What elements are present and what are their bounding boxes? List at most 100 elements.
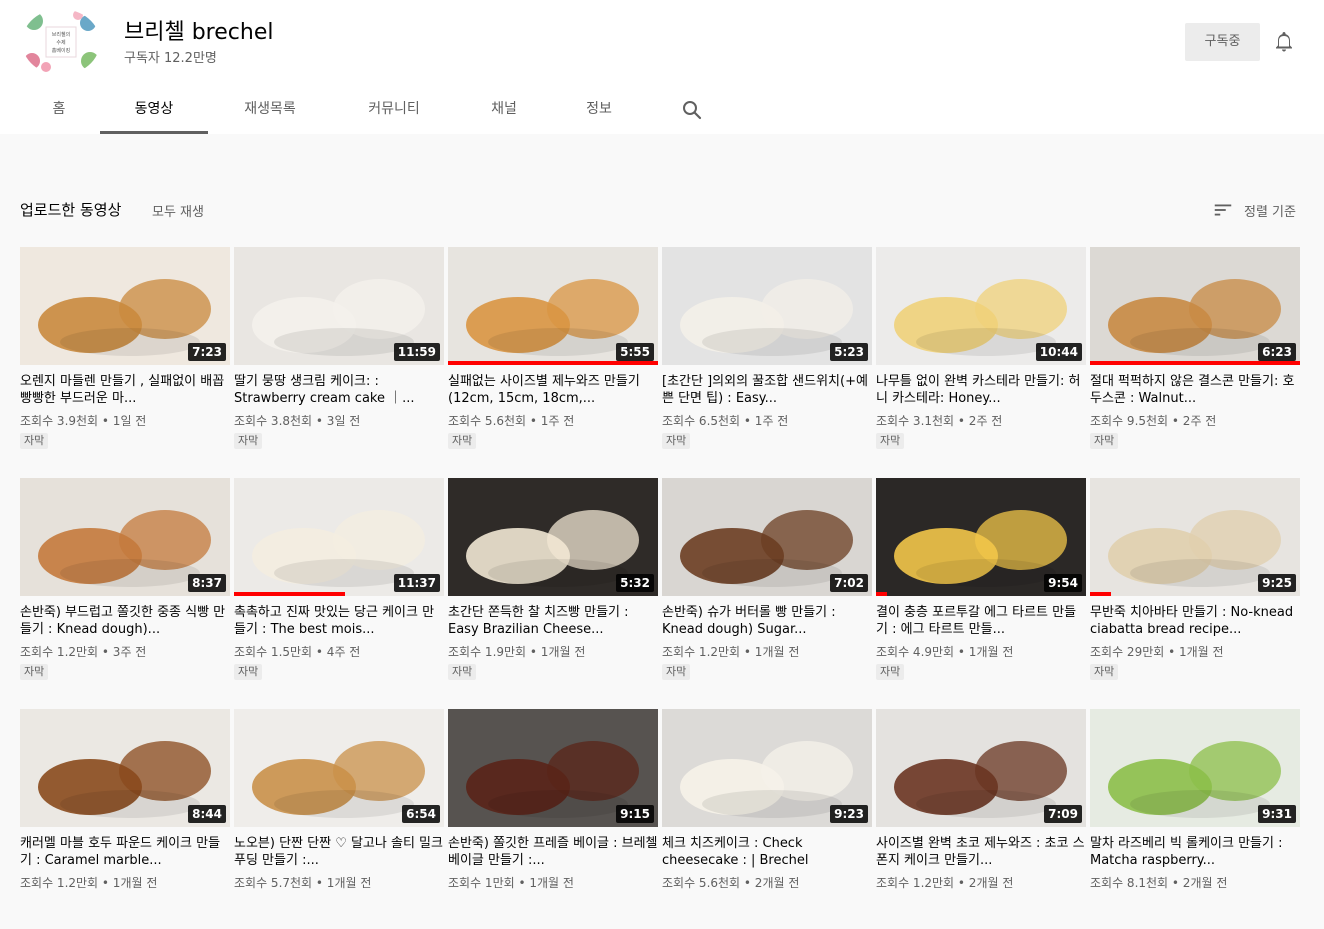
video-title[interactable]: 손반죽) 쫄깃한 프레즐 베이글 : 브레첼 베이글 만들기 :... — [448, 835, 658, 869]
video-thumbnail[interactable]: 5:23 — [662, 247, 872, 365]
video-duration: 5:55 — [616, 343, 654, 361]
video-card[interactable]: 9:54 결이 충층 포르투갈 에그 타르트 만들기 : 에그 타르트 만들...… — [876, 478, 1086, 698]
search-icon[interactable] — [680, 98, 704, 122]
video-title[interactable]: 촉촉하고 진짜 맛있는 당근 케이크 만들기 : The best mois..… — [234, 604, 444, 638]
video-thumbnail[interactable]: 8:44 — [20, 709, 230, 827]
video-duration: 11:59 — [393, 343, 440, 361]
subscribed-button[interactable]: 구독중 — [1185, 23, 1260, 61]
watch-progress-bar — [1090, 361, 1300, 365]
play-all-button[interactable]: 모두 재생 — [152, 201, 204, 220]
video-title[interactable]: 손반죽) 슈가 버터롤 빵 만들기 : Knead dough) Sugar..… — [662, 604, 872, 638]
video-duration: 9:25 — [1258, 574, 1296, 592]
video-thumbnail[interactable]: 5:55 — [448, 247, 658, 365]
video-title[interactable]: 초간단 쫀득한 찰 치즈빵 만들기 : Easy Brazilian Chees… — [448, 604, 658, 638]
watch-progress-bar — [234, 592, 346, 596]
video-card[interactable]: 7:09 사이즈별 완벽 초코 제누와즈 : 초코 스폰지 케이크 만들기... 조… — [876, 709, 1086, 929]
section-title: 업로드한 동영상 — [20, 201, 122, 219]
video-card[interactable]: 8:44 캐러멜 마블 호두 파운드 케이크 만들기 : Caramel marb… — [20, 709, 230, 929]
video-title[interactable]: 실패없는 사이즈별 제누와즈 만들기 (12cm, 15cm, 18cm,... — [448, 373, 658, 407]
video-duration: 11:37 — [393, 574, 440, 592]
video-thumbnail[interactable]: 9:25 — [1090, 478, 1300, 596]
video-duration: 6:23 — [1258, 343, 1296, 361]
video-thumbnail[interactable]: 9:31 — [1090, 709, 1300, 827]
video-duration: 5:23 — [830, 343, 868, 361]
video-card[interactable]: 9:15 손반죽) 쫄깃한 프레즐 베이글 : 브레첼 베이글 만들기 :... 조… — [448, 709, 658, 929]
subtitle-badge: 자막 — [20, 664, 49, 680]
video-title[interactable]: 나무틀 없이 완벽 카스테라 만들기: 허니 카스테라: Honey... — [876, 373, 1086, 407]
video-title[interactable]: 말차 라즈베리 빅 롤케이크 만들기 : Matcha raspberry... — [1090, 835, 1300, 869]
watch-progress-bar — [448, 361, 658, 365]
video-meta: 조회수 5.7천회 • 1개월 전 — [234, 876, 372, 890]
video-title[interactable]: 절대 퍽퍽하지 않은 결스콘 만들기: 호두스콘 : Walnut... — [1090, 373, 1300, 407]
video-duration: 8:44 — [188, 805, 226, 823]
video-thumbnail[interactable]: 5:32 — [448, 478, 658, 596]
video-card[interactable]: 5:23 [초간단 ]의외의 꿀조합 샌드위치(+예쁜 단면 팁) : Easy.… — [662, 247, 872, 467]
tab-about[interactable]: 정보 — [562, 86, 636, 134]
watch-progress-bar — [1090, 592, 1111, 596]
video-thumbnail[interactable]: 7:23 — [20, 247, 230, 365]
video-thumbnail[interactable]: 7:09 — [876, 709, 1086, 827]
subtitle-badge: 자막 — [448, 664, 477, 680]
video-card[interactable]: 6:23 절대 퍽퍽하지 않은 결스콘 만들기: 호두스콘 : Walnut...… — [1090, 247, 1300, 467]
video-title[interactable]: 체크 치즈케이크 : Check cheesecake : | Brechel — [662, 835, 872, 869]
video-card[interactable]: 9:25 무반죽 치아바타 만들기 : No-knead ciabatta bre… — [1090, 478, 1300, 698]
video-title[interactable]: 결이 충층 포르투갈 에그 타르트 만들기 : 에그 타르트 만들... — [876, 604, 1086, 638]
video-thumbnail[interactable]: 6:54 — [234, 709, 444, 827]
subtitle-badge: 자막 — [1090, 433, 1119, 449]
video-title[interactable]: [초간단 ]의외의 꿀조합 샌드위치(+예쁜 단면 팁) : Easy... — [662, 373, 872, 407]
video-thumbnail[interactable]: 6:23 — [1090, 247, 1300, 365]
video-title[interactable]: 무반죽 치아바타 만들기 : No-knead ciabatta bread r… — [1090, 604, 1300, 638]
video-title[interactable]: 사이즈별 완벽 초코 제누와즈 : 초코 스폰지 케이크 만들기... — [876, 835, 1086, 869]
video-meta: 조회수 6.5천회 • 1주 전 — [662, 414, 789, 428]
video-meta: 조회수 3.9천회 • 1일 전 — [20, 414, 147, 428]
video-card[interactable]: 5:32 초간단 쫀득한 찰 치즈빵 만들기 : Easy Brazilian C… — [448, 478, 658, 698]
video-card[interactable]: 11:59 딸기 뭉땅 생크림 케이크: : Strawberry cream c… — [234, 247, 444, 467]
tab-home[interactable]: 홈 — [20, 86, 98, 134]
video-card[interactable]: 9:23 체크 치즈케이크 : Check cheesecake : | Brec… — [662, 709, 872, 929]
video-card[interactable]: 11:37 촉촉하고 진짜 맛있는 당근 케이크 만들기 : The best m… — [234, 478, 444, 698]
sort-button[interactable]: 정렬 기준 — [1212, 198, 1296, 222]
video-thumbnail[interactable]: 10:44 — [876, 247, 1086, 365]
video-meta: 조회수 8.1천회 • 2개월 전 — [1090, 876, 1228, 890]
video-thumbnail[interactable]: 11:37 — [234, 478, 444, 596]
video-card[interactable]: 10:44 나무틀 없이 완벽 카스테라 만들기: 허니 카스테라: Honey.… — [876, 247, 1086, 467]
video-thumbnail[interactable]: 9:23 — [662, 709, 872, 827]
video-thumbnail[interactable]: 8:37 — [20, 478, 230, 596]
video-title[interactable]: 오렌지 마들렌 만들기 , 실패없이 배꼽 빵빵한 부드러운 마... — [20, 373, 230, 407]
tab-videos[interactable]: 동영상 — [100, 86, 208, 134]
video-thumbnail[interactable]: 9:54 — [876, 478, 1086, 596]
tab-playlists[interactable]: 재생목록 — [218, 86, 322, 134]
video-thumbnail[interactable]: 7:02 — [662, 478, 872, 596]
subtitle-badge: 자막 — [20, 433, 49, 449]
video-title[interactable]: 노오븐) 단짠 단짠 ♡ 달고나 솔티 밀크 푸딩 만들기 :... — [234, 835, 444, 869]
tab-community[interactable]: 커뮤니티 — [338, 86, 450, 134]
video-meta: 조회수 9.5천회 • 2주 전 — [1090, 414, 1217, 428]
subtitle-badge: 자막 — [662, 664, 691, 680]
video-card[interactable]: 7:02 손반죽) 슈가 버터롤 빵 만들기 : Knead dough) Sug… — [662, 478, 872, 698]
avatar-line-2: 수제 — [56, 39, 66, 46]
video-meta: 조회수 5.6천회 • 2개월 전 — [662, 876, 800, 890]
notification-bell-icon[interactable] — [1272, 30, 1296, 54]
subtitle-badge: 자막 — [234, 664, 263, 680]
video-card[interactable]: 8:37 손반죽) 부드럽고 쫄깃한 중종 식빵 만들기 : Knead doug… — [20, 478, 230, 698]
video-card[interactable]: 7:23 오렌지 마들렌 만들기 , 실패없이 배꼽 빵빵한 부드러운 마... 조… — [20, 247, 230, 467]
video-card[interactable]: 9:31 말차 라즈베리 빅 롤케이크 만들기 : Matcha raspberr… — [1090, 709, 1300, 929]
video-duration: 9:23 — [830, 805, 868, 823]
video-card[interactable]: 5:55 실패없는 사이즈별 제누와즈 만들기 (12cm, 15cm, 18cm… — [448, 247, 658, 467]
video-duration: 7:09 — [1044, 805, 1082, 823]
video-duration: 6:54 — [402, 805, 440, 823]
subtitle-badge: 자막 — [1090, 664, 1119, 680]
tab-channels[interactable]: 채널 — [466, 86, 542, 134]
video-title[interactable]: 딸기 뭉땅 생크림 케이크: : Strawberry cream cake ｜… — [234, 373, 444, 407]
video-card[interactable]: 6:54 노오븐) 단짠 단짠 ♡ 달고나 솔티 밀크 푸딩 만들기 :... 조회… — [234, 709, 444, 929]
video-title[interactable]: 손반죽) 부드럽고 쫄깃한 중종 식빵 만들기 : Knead dough)..… — [20, 604, 230, 638]
video-thumbnail[interactable]: 9:15 — [448, 709, 658, 827]
video-title[interactable]: 캐러멜 마블 호두 파운드 케이크 만들기 : Caramel marble..… — [20, 835, 230, 869]
video-thumbnail[interactable]: 11:59 — [234, 247, 444, 365]
video-duration: 7:23 — [188, 343, 226, 361]
channel-avatar[interactable]: 브리첼의 수제 홈베이킹 — [22, 9, 100, 75]
subscriber-count: 구독자 12.2만명 — [124, 51, 217, 66]
video-meta: 조회수 1.2만회 • 1개월 전 — [20, 876, 158, 890]
sort-label: 정렬 기준 — [1244, 204, 1296, 220]
subtitle-badge: 자막 — [448, 433, 477, 449]
